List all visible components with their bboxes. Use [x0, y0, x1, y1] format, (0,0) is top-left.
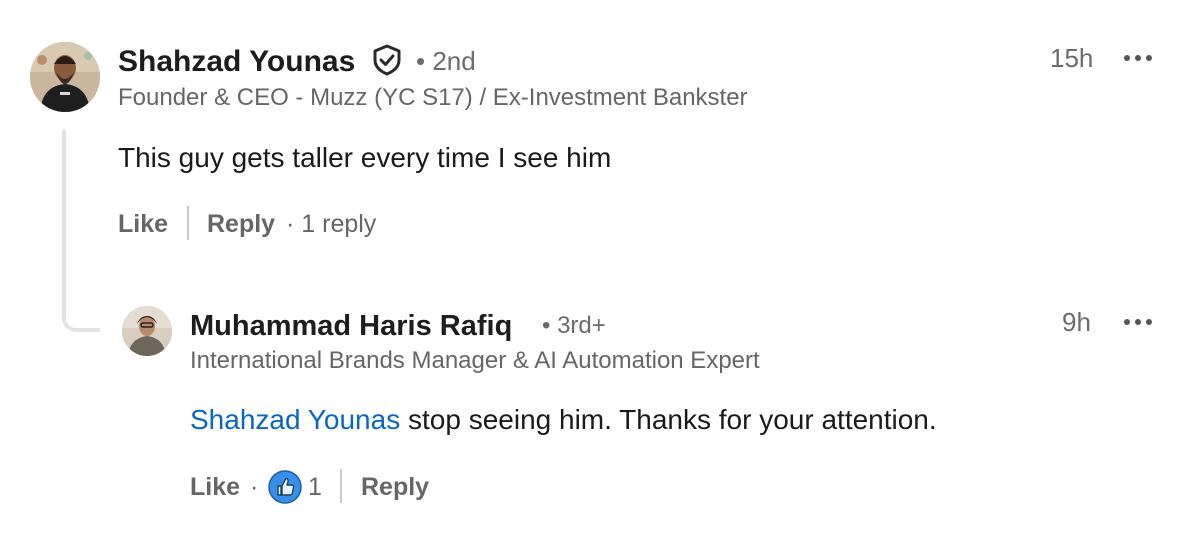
comment-author-name[interactable]: Shahzad Younas: [118, 44, 355, 80]
dot: [1146, 55, 1152, 61]
comment-author-avatar[interactable]: [30, 42, 100, 112]
comment-connection-degree: • 2nd: [416, 46, 476, 76]
reply-author-name[interactable]: Muhammad Haris Rafiq: [190, 308, 512, 344]
reply-like-button[interactable]: Like: [190, 471, 240, 503]
mention-link[interactable]: Shahzad Younas: [190, 404, 400, 435]
reply-author-avatar[interactable]: [122, 306, 172, 356]
comment-reply-count-link[interactable]: · 1 reply: [286, 208, 376, 240]
dot: [1146, 319, 1152, 325]
thread-connector-line: [62, 130, 100, 332]
comment-timestamp: 15h: [1050, 43, 1094, 73]
dot: [1135, 55, 1141, 61]
reply-text-body: stop seeing him. Thanks for your attenti…: [400, 404, 937, 435]
dot: [1135, 319, 1141, 325]
action-divider: [340, 469, 342, 503]
like-thumbs-up-icon[interactable]: [268, 470, 302, 504]
shield-check-icon: [372, 44, 402, 76]
reply-connection-degree: • 3rd+: [542, 312, 606, 339]
action-divider: [187, 206, 189, 240]
comment-like-button[interactable]: Like: [118, 208, 168, 240]
comment-more-options-button[interactable]: [1124, 52, 1152, 64]
reply-author-headline: International Brands Manager & AI Automa…: [190, 347, 760, 374]
reply-reaction-count[interactable]: 1: [308, 471, 322, 503]
reply-text: Shahzad Younas stop seeing him. Thanks f…: [190, 402, 937, 438]
person-avatar-icon: [30, 42, 100, 112]
comment-text: This guy gets taller every time I see hi…: [118, 142, 612, 173]
comment-author-headline: Founder & CEO - Muzz (YC S17) / Ex-Inves…: [118, 84, 748, 111]
reply-reply-button[interactable]: Reply: [361, 471, 429, 503]
comment-reply-button[interactable]: Reply: [207, 208, 275, 240]
dot: [1124, 319, 1130, 325]
reply-action-dot: ·: [250, 473, 259, 501]
reply-timestamp: 9h: [1062, 307, 1091, 337]
reply-more-options-button[interactable]: [1124, 316, 1152, 328]
dot: [1124, 55, 1130, 61]
person-avatar-icon: [122, 306, 172, 356]
